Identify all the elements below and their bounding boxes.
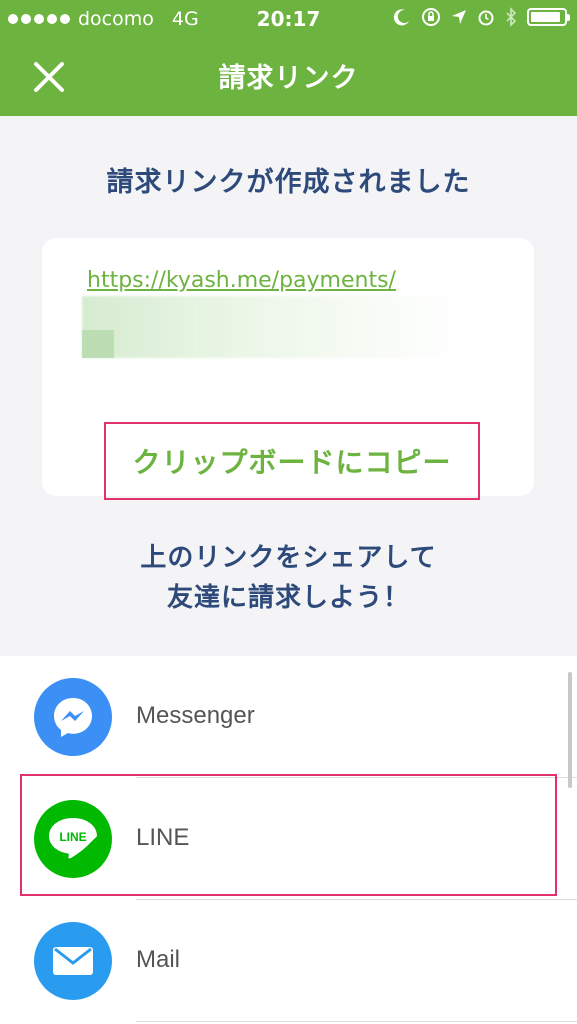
header-bar: docomo 4G 20:17 請求リンク [0,0,577,116]
line-icon: LINE [34,800,112,878]
divider [136,1021,577,1022]
scrollbar[interactable] [568,672,572,788]
svg-text:LINE: LINE [59,830,86,844]
obscured-link-token-tail [82,330,114,358]
share-options-list: Messenger LINE LINE Mail [0,656,577,1024]
location-icon [452,10,466,24]
rotation-lock-icon [422,8,440,26]
share-item-line[interactable]: LINE LINE [0,778,577,900]
share-prompt-line1: 上のリンクをシェアして [140,543,437,573]
link-card: https://kyash.me/payments/ クリップボードにコピー [42,238,534,500]
obscured-link-token [82,296,462,358]
share-item-label: LINE [136,824,190,851]
bluetooth-icon [506,7,517,27]
alarm-icon [478,10,494,26]
share-prompt-line2: 友達に請求しよう！ [166,583,410,613]
copy-to-clipboard-button[interactable]: クリップボードにコピー [104,422,480,500]
success-headline: 請求リンクが作成されました [106,167,471,198]
share-item-mail[interactable]: Mail [0,900,577,1022]
payment-link[interactable]: https://kyash.me/payments/ [87,268,396,293]
link-created-panel: 請求リンクが作成されました https://kyash.me/payments/… [0,116,577,656]
share-item-label: Mail [136,946,181,973]
share-prompt: 上のリンクをシェアして 友達に請求しよう！ [0,538,577,618]
nav-bar: 請求リンク [0,38,577,116]
page-title: 請求リンク [218,63,359,94]
status-bar: docomo 4G 20:17 [0,0,577,38]
messenger-icon [34,678,112,756]
mail-icon [34,922,112,1000]
battery-icon [527,8,570,26]
moon-icon [393,9,409,26]
share-item-label: Messenger [136,702,255,729]
share-item-messenger[interactable]: Messenger [0,656,577,778]
